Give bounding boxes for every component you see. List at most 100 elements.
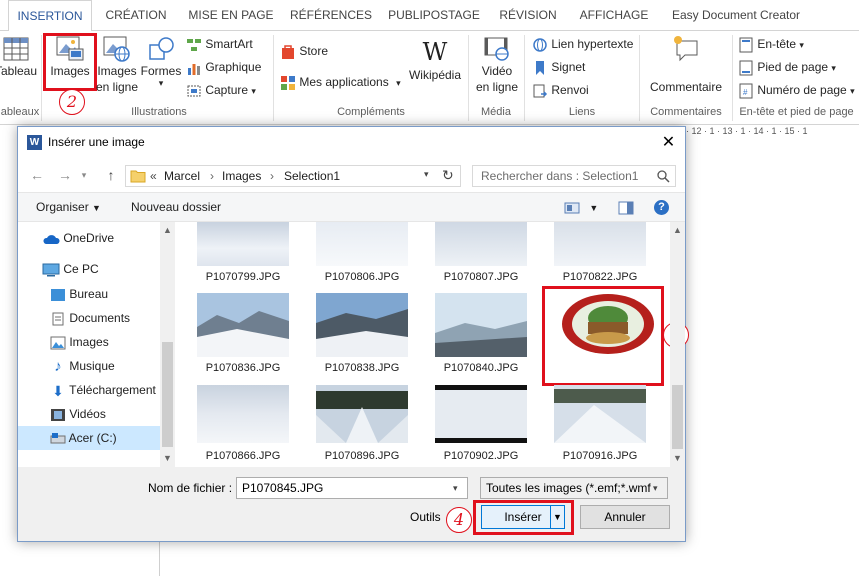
tools-label: Outils: [410, 510, 441, 524]
organize-button[interactable]: Organiser ▼: [36, 193, 101, 221]
numero-de-page-label: Numéro de page: [757, 83, 847, 97]
address-dropdown-icon[interactable]: ▾: [424, 169, 429, 180]
thumbnail[interactable]: [435, 385, 527, 443]
preview-pane-button[interactable]: [618, 193, 634, 221]
scroll-down-icon[interactable]: ▼: [673, 453, 682, 463]
forward-button[interactable]: →: [54, 166, 76, 184]
tools-menu[interactable]: Outils: [410, 510, 441, 524]
nav-item-acer-c[interactable]: Acer (C:): [18, 426, 160, 450]
tab-creation[interactable]: CRÉATION: [100, 0, 172, 31]
tab-affichage[interactable]: AFFICHAGE: [574, 0, 654, 31]
renvoi-button[interactable]: Renvoi: [532, 80, 589, 100]
mes-applications-button[interactable]: Mes applications ▾: [280, 72, 401, 92]
lien-hypertexte-button[interactable]: Lien hypertexte: [532, 34, 633, 54]
en-tete-dropdown-icon: ▾: [799, 40, 804, 50]
graphique-button[interactable]: Graphique: [186, 57, 261, 77]
breadcrumb-selection1[interactable]: Selection1: [284, 169, 340, 183]
thumbnail[interactable]: [435, 222, 527, 266]
nav-item-onedrive[interactable]: OneDrive: [18, 226, 160, 250]
file-item[interactable]: P1070807.JPG: [433, 271, 529, 283]
file-item[interactable]: P1070896.JPG: [314, 450, 410, 462]
thumbnail[interactable]: [316, 293, 408, 357]
thumbnail[interactable]: [316, 222, 408, 266]
images-en-ligne-label-2: en ligne: [95, 80, 139, 94]
close-button[interactable]: ✕: [652, 127, 685, 158]
tab-revision[interactable]: RÉVISION: [494, 0, 562, 31]
nav-item-bureau[interactable]: Bureau: [18, 282, 160, 306]
thumbnail[interactable]: [197, 222, 289, 266]
group-label-illustrations: Illustrations: [131, 106, 187, 118]
nav-item-documents[interactable]: Documents: [18, 306, 160, 330]
tab-easy-document-creator[interactable]: Easy Document Creator: [664, 0, 808, 31]
thumbnail[interactable]: [316, 385, 408, 443]
cancel-button[interactable]: Annuler: [580, 505, 670, 529]
signet-button[interactable]: Signet: [532, 57, 585, 77]
search-input[interactable]: Rechercher dans : Selection1: [472, 165, 676, 187]
breadcrumb-separator[interactable]: ›: [270, 169, 274, 183]
file-item[interactable]: P1070799.JPG: [195, 271, 291, 283]
file-item[interactable]: P1070838.JPG: [314, 362, 410, 374]
video-en-ligne-button[interactable]: Vidéo en ligne: [472, 35, 522, 95]
view-options-button[interactable]: ▼: [564, 193, 598, 221]
tab-insertion[interactable]: INSERTION: [8, 0, 92, 32]
scrollbar-thumb[interactable]: [162, 342, 173, 447]
forward-arrow-icon: →: [58, 167, 72, 183]
refresh-icon[interactable]: ↻: [442, 167, 454, 184]
dialog-title-bar[interactable]: W Insérer une image ✕: [18, 127, 685, 158]
nav-item-telechargement[interactable]: ⬇ Téléchargement: [18, 378, 160, 402]
formes-button[interactable]: Formes ▾: [140, 35, 182, 88]
breadcrumb-marcel[interactable]: Marcel: [164, 169, 200, 183]
thumbnail[interactable]: [197, 385, 289, 443]
scrollbar-thumb[interactable]: [672, 385, 683, 449]
nav-item-ce-pc[interactable]: Ce PC: [18, 257, 160, 281]
smartart-button[interactable]: SmartArt: [186, 34, 253, 54]
nav-item-musique[interactable]: ♪ Musique: [18, 354, 160, 378]
nav-item-videos[interactable]: Vidéos: [18, 402, 160, 426]
breadcrumb-images[interactable]: Images: [222, 169, 261, 183]
file-list-scrollbar[interactable]: ▲ ▼: [670, 222, 685, 467]
tableau-button[interactable]: Tableau: [0, 35, 38, 79]
scroll-down-icon[interactable]: ▼: [163, 453, 172, 463]
file-item[interactable]: P1070822.JPG: [552, 271, 648, 283]
navigation-pane-scrollbar[interactable]: ▲ ▼: [160, 222, 175, 467]
signet-label: Signet: [551, 60, 586, 74]
address-overflow[interactable]: «: [150, 169, 157, 183]
tab-references[interactable]: RÉFÉRENCES: [288, 0, 374, 31]
thumbnail[interactable]: [554, 222, 646, 266]
wikipedia-button[interactable]: W Wikipédia: [406, 37, 464, 83]
pied-de-page-button[interactable]: Pied de page ▾: [738, 57, 836, 77]
nav-item-images[interactable]: Images: [18, 330, 160, 354]
file-item[interactable]: P1070836.JPG: [195, 362, 291, 374]
nav-label: Musique: [69, 359, 115, 373]
thumbnail[interactable]: [435, 293, 527, 357]
recent-locations-button[interactable]: ▾: [78, 166, 90, 184]
new-folder-button[interactable]: Nouveau dossier: [131, 193, 221, 221]
file-item[interactable]: P1070916.JPG: [552, 450, 648, 462]
header-icon: [739, 37, 753, 53]
address-bar[interactable]: « Marcel › Images › Selection1 ▾ ↻: [125, 165, 461, 187]
tab-mise-en-page[interactable]: MISE EN PAGE: [186, 0, 276, 31]
numero-de-page-button[interactable]: # Numéro de page ▾: [738, 80, 855, 100]
capture-button[interactable]: Capture ▾: [186, 80, 256, 100]
scroll-up-icon[interactable]: ▲: [163, 225, 172, 235]
tab-publipostage[interactable]: PUBLIPOSTAGE: [386, 0, 482, 31]
file-type-select[interactable]: Toutes les images (*.emf;*.wmf ▾: [480, 477, 668, 499]
scroll-up-icon[interactable]: ▲: [673, 225, 682, 235]
back-button[interactable]: ←: [26, 166, 48, 184]
breadcrumb-separator[interactable]: ›: [210, 169, 214, 183]
help-button[interactable]: ?: [654, 200, 669, 215]
file-item[interactable]: P1070840.JPG: [433, 362, 529, 374]
chevron-down-icon[interactable]: ▾: [653, 478, 658, 498]
store-button[interactable]: Store: [280, 41, 328, 61]
thumbnail[interactable]: [554, 385, 646, 443]
file-item[interactable]: P1070806.JPG: [314, 271, 410, 283]
commentaire-button[interactable]: Commentaire: [644, 35, 728, 95]
chevron-down-icon[interactable]: ▾: [453, 478, 458, 498]
up-button[interactable]: ↑: [100, 166, 122, 184]
en-tete-button[interactable]: En-tête ▾: [738, 34, 804, 54]
file-item[interactable]: P1070902.JPG: [433, 450, 529, 462]
filename-input[interactable]: P1070845.JPG ▾: [236, 477, 468, 499]
file-item[interactable]: P1070866.JPG: [195, 450, 291, 462]
images-en-ligne-button[interactable]: Images en ligne: [93, 35, 141, 95]
thumbnail[interactable]: [197, 293, 289, 357]
